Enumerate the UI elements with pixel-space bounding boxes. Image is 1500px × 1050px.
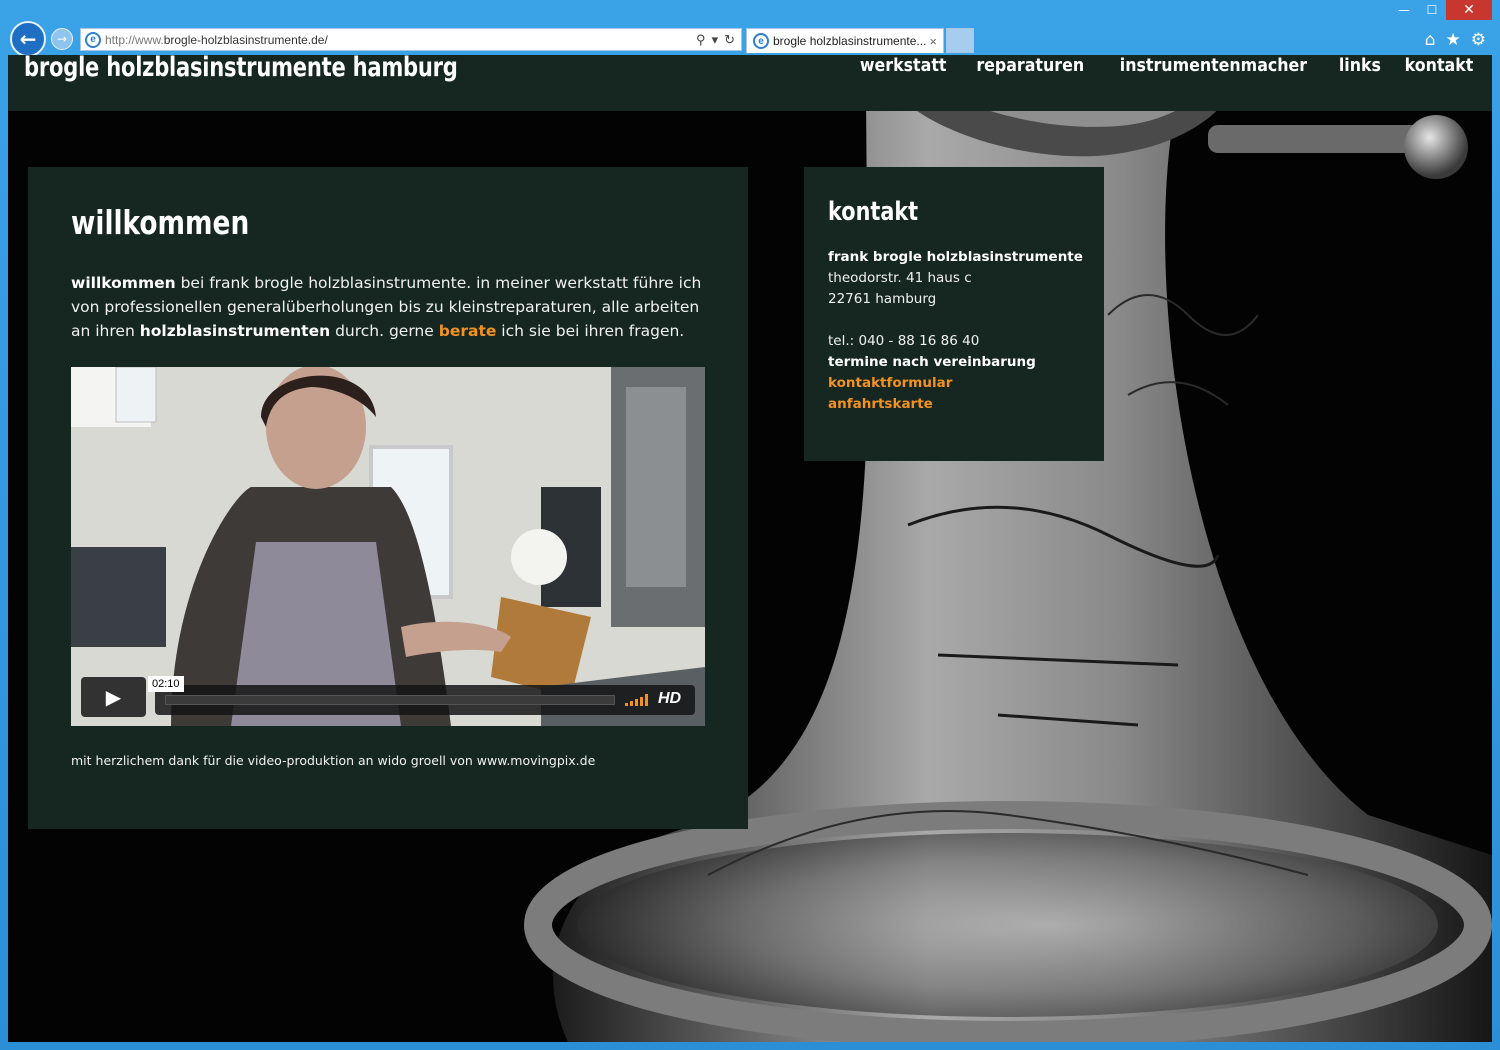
video-frame-image (71, 367, 705, 726)
welcome-title: willkommen (71, 203, 250, 242)
hd-toggle[interactable]: HD (658, 690, 681, 708)
berate-link[interactable]: berate (439, 322, 497, 340)
contact-city: 22761 hamburg (828, 291, 937, 307)
refresh-icon[interactable]: ↻ (724, 32, 735, 48)
welcome-panel: willkommen willkommen bei frank brogle h… (28, 167, 748, 829)
address-domain: brogle-holzblasinstrumente.de/ (163, 32, 328, 47)
tab-close-icon[interactable]: × (929, 34, 937, 49)
welcome-text: willkommen bei frank brogle holzblasinst… (71, 271, 711, 343)
directions-map-link[interactable]: anfahrtskarte (828, 396, 933, 412)
maximize-icon[interactable]: ☐ (1418, 0, 1446, 20)
play-button[interactable]: ▶ (81, 677, 146, 717)
video-progress-track[interactable] (165, 695, 615, 705)
contact-spacer (828, 310, 1098, 331)
welcome-text-end: ich sie bei ihren fragen. (496, 322, 685, 340)
tab-favicon-icon: e (753, 33, 769, 49)
browser-window: — ☐ ✕ ← → e http://www. brogle-holzblasi… (0, 0, 1500, 1050)
nav-item-instrumentenmacher[interactable]: instrumentenmacher (1113, 55, 1314, 81)
site-header: brogle holzblasinstrumente hamburg werks… (8, 55, 1492, 111)
back-button[interactable]: ← (10, 21, 46, 57)
video-player[interactable]: ▶ HD 02:10 (71, 367, 705, 726)
home-icon[interactable]: ⌂ (1425, 30, 1436, 50)
forward-button[interactable]: → (51, 28, 73, 50)
nav-item-kontakt[interactable]: kontakt (1398, 55, 1481, 81)
nav-item-reparaturen[interactable]: reparaturen (969, 55, 1091, 81)
video-credit: mit herzlichem dank für die video-produk… (71, 753, 596, 768)
welcome-bold-instruments: holzblasinstrumenten (139, 322, 331, 340)
window-controls: — ☐ ✕ (1390, 0, 1492, 22)
contact-phone: tel.: 040 - 88 16 86 40 (828, 333, 980, 349)
contact-form-link[interactable]: kontaktformular (828, 375, 952, 391)
contact-title: kontakt (828, 197, 919, 227)
nav-item-links[interactable]: links (1332, 55, 1388, 81)
browser-toolbar-right: ⌂ ★ ⚙ (1425, 30, 1486, 50)
search-icon[interactable]: ⚲ (696, 32, 706, 48)
new-tab-button[interactable] (946, 28, 974, 53)
page-viewport: brogle holzblasinstrumente hamburg werks… (8, 55, 1492, 1042)
browser-tab[interactable]: e brogle holzblasinstrumente... × (746, 28, 944, 53)
contact-details: frank brogle holzblasinstrumente theodor… (828, 247, 1098, 415)
main-nav: werkstatt reparaturen instrumentenmacher… (846, 55, 1486, 81)
site-title[interactable]: brogle holzblasinstrumente hamburg (24, 55, 458, 83)
contact-street: theodorstr. 41 haus c (828, 270, 972, 286)
video-time-label: 02:10 (148, 676, 184, 692)
settings-gear-icon[interactable]: ⚙ (1471, 30, 1486, 50)
close-window-icon[interactable]: ✕ (1446, 0, 1492, 20)
nav-item-werkstatt[interactable]: werkstatt (853, 55, 954, 81)
welcome-text-mid: durch. gerne (330, 322, 439, 340)
contact-panel: kontakt frank brogle holzblasinstrumente… (804, 167, 1104, 461)
video-controls-bar: HD (155, 685, 695, 715)
dropdown-icon[interactable]: ▾ (712, 32, 719, 48)
address-prefix: http://www. (105, 32, 164, 47)
tab-title: brogle holzblasinstrumente... (773, 34, 927, 48)
volume-icon[interactable] (625, 694, 648, 706)
contact-appointment: termine nach vereinbarung (828, 354, 1036, 370)
minimize-icon[interactable]: — (1390, 0, 1418, 20)
address-bar[interactable]: e http://www. brogle-holzblasinstrumente… (80, 28, 742, 51)
ie-favicon-icon: e (85, 31, 101, 48)
welcome-bold: willkommen (71, 274, 176, 292)
contact-name: frank brogle holzblasinstrumente (828, 249, 1083, 265)
favorites-star-icon[interactable]: ★ (1446, 30, 1461, 50)
